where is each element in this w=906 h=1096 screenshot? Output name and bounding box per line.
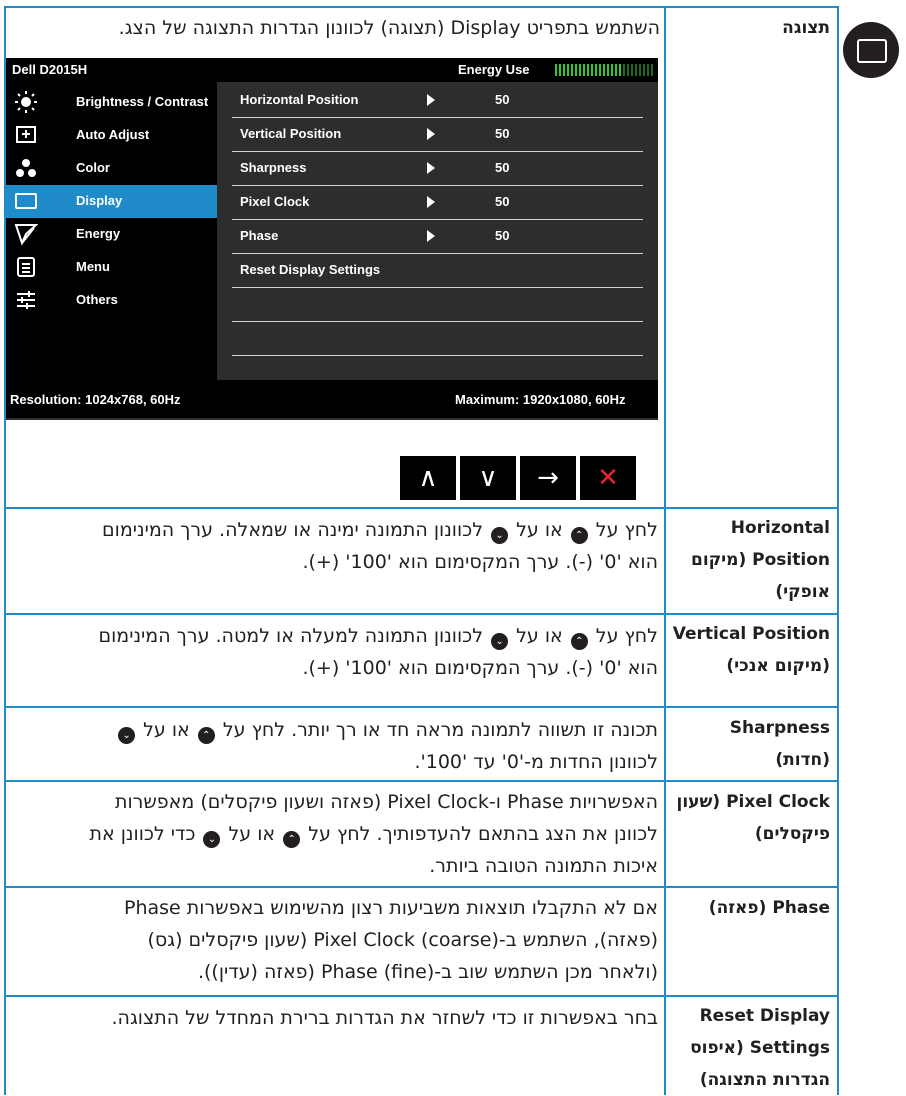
osd-sub-label: Reset Display Settings [240,262,381,277]
osd-menu-color[interactable]: Color [6,152,217,185]
color-icon [14,156,38,180]
row-desc-line: לחץ על ⌃ או על ⌄ לכוונון התמונה ימינה או… [10,514,658,546]
row-name-phase: Phase (פאזה) [708,898,830,918]
row-desc-line: בחר באפשרות זו כדי לשחזר את הגדרות ברירת… [111,1007,658,1029]
row-name-vertical-position: Vertical Position (מיקום אנכי) [672,624,830,676]
osd-menu-label: Display [76,193,123,208]
osd-sub-value: 50 [495,228,510,243]
up-button[interactable]: ∧ [400,456,456,500]
menu-icon [14,255,38,279]
osd-sub-phase[interactable]: Phase 50 [232,220,643,254]
osd-resolution: Resolution: 1024x768, 60Hz [10,392,181,407]
up-circle-icon: ⌃ [570,633,588,650]
row-desc-reset-display-settings: בחר באפשרות זו כדי לשחזר את הגדרות ברירת… [10,1002,658,1034]
row-desc-line: הוא '0' (-). ערך המקסימום הוא '100' (+). [302,551,658,573]
osd-model: Dell D2015H [12,62,88,77]
osd-menu-label: Color [76,160,110,175]
row-desc-horizontal-position: לחץ על ⌃ או על ⌄ לכוונון התמונה ימינה או… [10,514,658,578]
down-circle-icon: ⌄ [491,527,509,544]
osd-sub-label: Sharpness [240,160,307,175]
display-icon [14,189,38,213]
down-circle-icon: ⌄ [118,727,136,744]
auto-adjust-icon [14,123,38,147]
exit-button[interactable]: ✕ [580,456,636,500]
osd-energy-label: Energy Use [458,62,530,77]
down-circle-icon: ⌄ [203,831,221,848]
osd-menu-label: Auto Adjust [76,127,150,142]
osd-menu-menu[interactable]: Menu [6,251,217,284]
play-arrow-icon [427,196,435,208]
osd-menu-others[interactable]: Others [6,284,217,317]
display-section-icon [843,22,899,78]
play-arrow-icon [427,94,435,106]
row-name-pixel-clock: Pixel Clock (שעון פיקסלים) [676,792,830,844]
play-arrow-icon [427,128,435,140]
osd-menu-label: Energy [76,226,121,241]
monitor-outline-icon [857,39,887,63]
row-desc-line: (ולאחר מכן השתמש שוב ב-Phase (fine) (פאז… [197,961,658,983]
row-desc-vertical-position: לחץ על ⌃ או על ⌄ לכוונון התמונה למעלה או… [10,620,659,684]
row-desc-pixel-clock: האפשרויות Phase ו-Pixel Clock (פאזה ושעו… [10,786,659,882]
others-icon [14,288,38,312]
up-circle-icon: ⌃ [570,527,588,544]
osd-sub-reset-display-settings[interactable]: Reset Display Settings [232,254,643,288]
brightness-icon [14,90,38,114]
osd-menu-label: Brightness / Contrast [76,94,209,109]
osd-menu-label: Menu [76,259,110,274]
osd-menu-auto-adjust[interactable]: Auto Adjust [6,119,217,152]
osd-maximum: Maximum: 1920x1080, 60Hz [455,392,626,407]
osd-menu-energy[interactable]: Energy [6,218,217,251]
row-desc-line: לחץ על ⌃ או על ⌄ לכוונון התמונה למעלה או… [10,620,658,652]
row-desc-line: האפשרויות Phase ו-Pixel Clock (פאזה ושעו… [114,791,658,813]
row-desc-line: איכות התמונה הטובה ביותר. [429,855,658,877]
row-desc-line: לכוונן את הצג בהתאם להעדפותיך. לחץ על ⌃ … [10,818,658,850]
row-desc-line: (פאזה), השתמש ב-Pixel Clock (coarse) (שע… [147,929,658,951]
down-circle-icon: ⌄ [491,633,509,650]
row-desc-line: לכוונון החדות מ-'0' עד '100'. [414,751,658,773]
osd-sub-sharpness[interactable]: Sharpness 50 [232,152,643,186]
energy-meter-unlit [623,64,655,76]
down-button[interactable]: ∨ [460,456,516,500]
osd-sub-empty-row [232,322,643,356]
osd-sub-empty-row [232,288,643,322]
osd-main-menu: Brightness / Contrast Auto Adjust Color … [6,82,217,380]
row-name-reset-display-settings: Reset Display Settings (איפוס הגדרות התצ… [690,1006,830,1090]
row-desc-phase: אם לא התקבלו תוצאות משביעות רצון מהשימוש… [10,892,658,988]
osd-footer: Resolution: 1024x768, 60Hz Maximum: 1920… [6,380,658,418]
row-desc-line: תכונה זו תשווה לתמונה מראה חד או רך יותר… [10,714,658,746]
play-arrow-icon [427,230,435,242]
osd-sub-value: 50 [495,126,510,141]
osd-sub-pixel-clock[interactable]: Pixel Clock 50 [232,186,643,220]
osd-sub-label: Pixel Clock [240,194,310,209]
up-circle-icon: ⌃ [197,727,215,744]
osd-sub-value: 50 [495,194,510,209]
row-desc-line: הוא '0' (-). ערך המקסימום הוא '100' (+). [302,657,658,679]
play-arrow-icon [427,162,435,174]
osd-sub-vertical-position[interactable]: Vertical Position 50 [232,118,643,152]
osd-sub-label: Horizontal Position [240,92,359,107]
row-desc-sharpness: תכונה זו תשווה לתמונה מראה חד או רך יותר… [10,714,658,778]
section-label: תצוגה [782,18,830,38]
row-desc-line: אם לא התקבלו תוצאות משביעות רצון מהשימוש… [124,897,658,919]
enter-button[interactable]: → [520,456,576,500]
osd-sub-value: 50 [495,160,510,175]
osd-menu-brightness[interactable]: Brightness / Contrast [6,86,217,119]
osd-menu-display[interactable]: Display [6,185,217,218]
osd-menu-screenshot: Dell D2015H Energy Use Brightness / Cont… [6,58,658,420]
osd-title-bar: Dell D2015H Energy Use [6,58,658,82]
osd-sub-horizontal-position[interactable]: Horizontal Position 50 [232,84,643,118]
osd-sub-value: 50 [495,92,510,107]
osd-sub-label: Phase [240,228,279,243]
osd-sub-label: Vertical Position [240,126,342,141]
row-name-horizontal-position: Horizontal Position (מיקום אופקי) [690,518,830,602]
osd-menu-label: Others [76,292,118,307]
row-name-sharpness: Sharpness (חדות) [729,718,830,770]
section-intro: השתמש בתפריט Display (תצוגה) לכוונון הגד… [118,17,660,39]
up-circle-icon: ⌃ [283,831,301,848]
energy-icon [14,222,39,246]
